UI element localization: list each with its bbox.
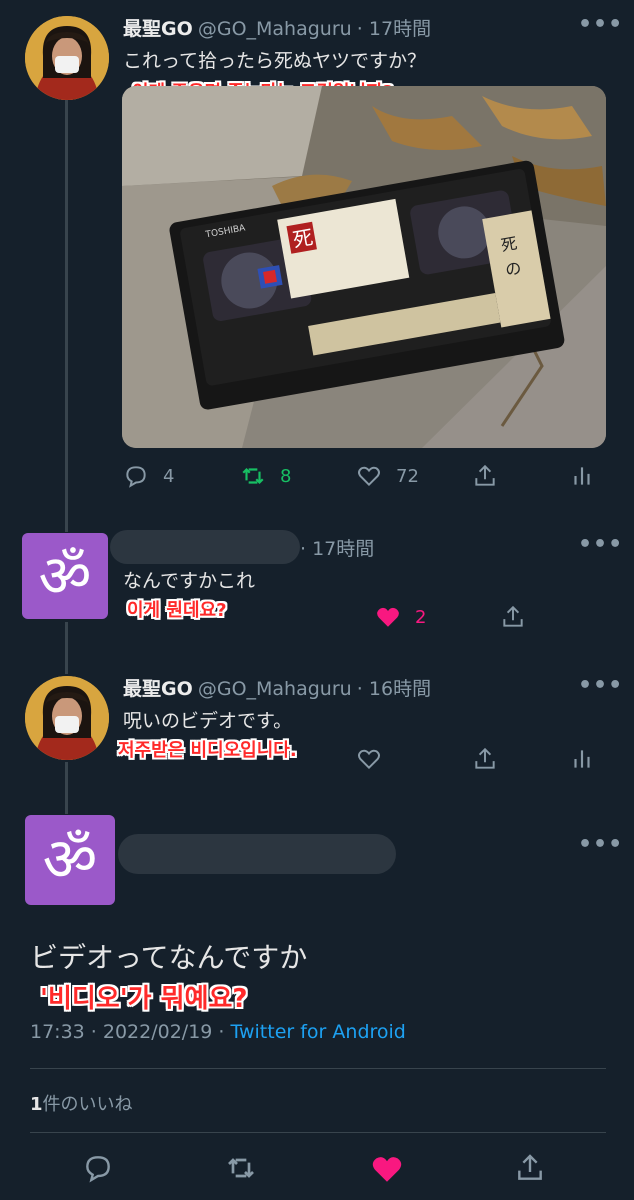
author-name[interactable]: 最聖GO: [123, 678, 193, 700]
like-button[interactable]: 2: [375, 604, 426, 630]
source-link[interactable]: Twitter for Android: [231, 1021, 406, 1043]
tweet-time[interactable]: 17時間: [369, 18, 431, 40]
share-icon: [503, 605, 523, 627]
main-tweet-text: ビデオってなんですか: [30, 941, 308, 974]
share-icon: [518, 1154, 542, 1180]
like-count: 72: [396, 465, 419, 487]
likes-label: 件のいいね: [42, 1094, 133, 1115]
heart-filled-icon: [377, 607, 399, 627]
reply-icon: [126, 466, 146, 488]
share-button[interactable]: [514, 1152, 546, 1184]
svg-text:の: の: [504, 258, 523, 279]
tweet-meta: · 17時間: [300, 538, 375, 560]
thread-line: [65, 100, 68, 532]
more-options-icon[interactable]: •••: [578, 532, 623, 557]
tweet-image[interactable]: 死 死 の TOSHIBA: [122, 86, 606, 448]
timestamp-line: 17:33 · 2022/02/19 · Twitter for Android: [30, 1021, 406, 1043]
more-options-icon[interactable]: •••: [578, 12, 623, 37]
retweet-button[interactable]: [225, 1152, 257, 1184]
reply-button[interactable]: [82, 1152, 114, 1184]
like-count: 2: [415, 606, 427, 628]
tweet-header: 最聖GO @GO_Mahaguru · 17時間: [123, 18, 432, 40]
share-icon: [475, 747, 495, 769]
more-options-icon[interactable]: •••: [578, 673, 623, 698]
reply-count: 4: [163, 465, 175, 487]
avatar[interactable]: ॐ: [25, 815, 115, 905]
retweet-icon: [242, 467, 264, 485]
thread-line: [65, 622, 68, 674]
author-handle[interactable]: @GO_Mahaguru: [198, 678, 352, 700]
svg-text:死: 死: [291, 225, 315, 252]
heart-icon: [357, 466, 381, 487]
timestamp[interactable]: 17:33 · 2022/02/19 ·: [30, 1021, 231, 1043]
like-button[interactable]: [356, 746, 382, 772]
divider: [30, 1068, 606, 1069]
avatar[interactable]: ॐ: [22, 533, 108, 619]
thread-line: [65, 762, 68, 814]
analytics-icon: [574, 750, 590, 768]
divider: [30, 1132, 606, 1133]
more-options-icon[interactable]: •••: [578, 832, 623, 857]
heart-filled-icon: [372, 1157, 402, 1182]
heart-icon: [357, 749, 381, 770]
analytics-icon: [574, 467, 590, 485]
tweet-text: なんですかこれ: [123, 570, 256, 592]
retweet-icon: [228, 1158, 254, 1178]
om-symbol-icon: ॐ: [42, 825, 98, 895]
analytics-button[interactable]: [569, 746, 595, 772]
om-symbol-icon: ॐ: [38, 542, 92, 610]
likes-summary[interactable]: 1件のいいね: [30, 1090, 133, 1116]
tweet-time[interactable]: 16時間: [369, 678, 431, 700]
subtitle-caption: '비디오'가 뭐예요?: [40, 984, 248, 1014]
avatar[interactable]: [25, 16, 109, 100]
analytics-button[interactable]: [569, 463, 595, 489]
share-icon: [475, 464, 495, 486]
like-button[interactable]: 72: [356, 463, 419, 489]
share-button[interactable]: [472, 463, 498, 489]
avatar[interactable]: [25, 676, 109, 760]
retweet-button[interactable]: 8: [240, 463, 291, 489]
svg-text:死: 死: [499, 234, 518, 255]
share-button[interactable]: [472, 746, 498, 772]
subtitle-caption: 저주받은 비디오입니다.: [118, 740, 297, 761]
author-name[interactable]: 最聖GO: [123, 18, 193, 40]
reply-icon: [86, 1156, 110, 1183]
retweet-count: 8: [280, 465, 292, 487]
share-button[interactable]: [500, 604, 526, 630]
like-button[interactable]: [370, 1152, 404, 1186]
author-handle[interactable]: @GO_Mahaguru: [198, 18, 352, 40]
tweet-header: 最聖GO @GO_Mahaguru · 16時間: [123, 678, 432, 700]
blurred-username: [110, 530, 300, 564]
tweet-time[interactable]: 17時間: [312, 538, 374, 560]
tweet-text: これって拾ったら死ぬヤツですか？: [123, 50, 427, 72]
reply-button[interactable]: 4: [123, 463, 174, 489]
likes-count: 1: [30, 1094, 43, 1115]
tweet-text: 呪いのビデオです。: [123, 710, 293, 732]
blurred-username: [118, 834, 396, 874]
subtitle-caption: 이게 뭔데요?: [127, 600, 227, 621]
